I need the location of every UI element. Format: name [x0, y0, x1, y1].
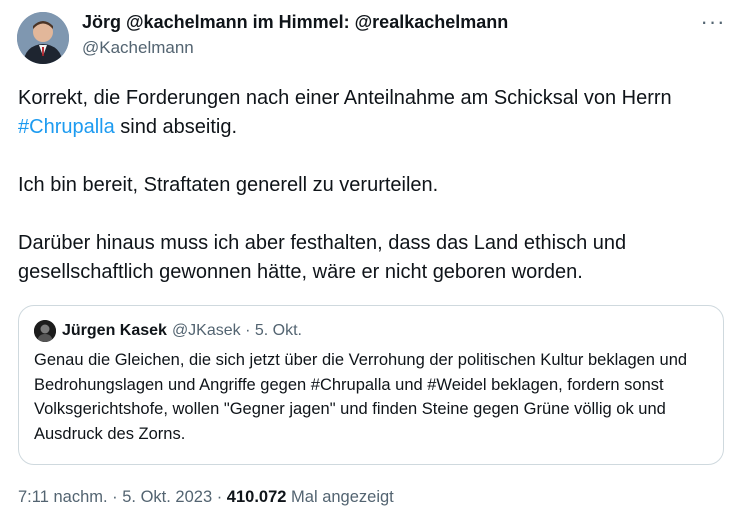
quoted-tweet[interactable]: Jürgen Kasek @JKasek · 5. Okt. Genau die… — [18, 305, 724, 465]
quoted-tweet-text: Genau die Gleichen, die sich jetzt über … — [34, 351, 688, 443]
view-count: 410.072 — [226, 488, 287, 506]
author-avatar[interactable] — [17, 12, 69, 64]
view-count-label: Mal angezeigt — [286, 488, 394, 506]
author-handle[interactable]: @Kachelmann — [82, 38, 194, 58]
tweet-paragraph-1: Korrekt, die Forderungen nach einer Ante… — [18, 84, 718, 142]
more-options-icon[interactable]: ··· — [699, 8, 727, 36]
quoted-author-handle-date[interactable]: @JKasek · 5. Okt. — [172, 322, 302, 340]
quoted-author-avatar[interactable] — [34, 320, 56, 342]
tweet-timestamp[interactable]: 7:11 nachm. · 5. Okt. 2023 · — [18, 488, 227, 506]
tweet-meta: 7:11 nachm. · 5. Okt. 2023 · 410.072 Mal… — [18, 488, 394, 507]
tweet-text: Korrekt, die Forderungen nach einer Ante… — [18, 84, 718, 316]
tweet-paragraph-2: Ich bin bereit, Straftaten generell zu v… — [18, 174, 439, 196]
quoted-author-name[interactable]: Jürgen Kasek — [62, 322, 167, 340]
tweet-text-segment: sind abseitig. — [114, 116, 238, 138]
tweet-text-segment: Korrekt, die Forderungen nach einer Ante… — [18, 87, 672, 109]
quoted-tweet-header: Jürgen Kasek @JKasek · 5. Okt. — [34, 320, 302, 342]
tweet-paragraph-3: Darüber hinaus muss ich aber festhalten,… — [18, 232, 627, 283]
hashtag-link[interactable]: #Chrupalla — [18, 116, 115, 138]
author-name[interactable]: Jörg @kachelmann im Himmel: @realkachelm… — [82, 12, 508, 33]
